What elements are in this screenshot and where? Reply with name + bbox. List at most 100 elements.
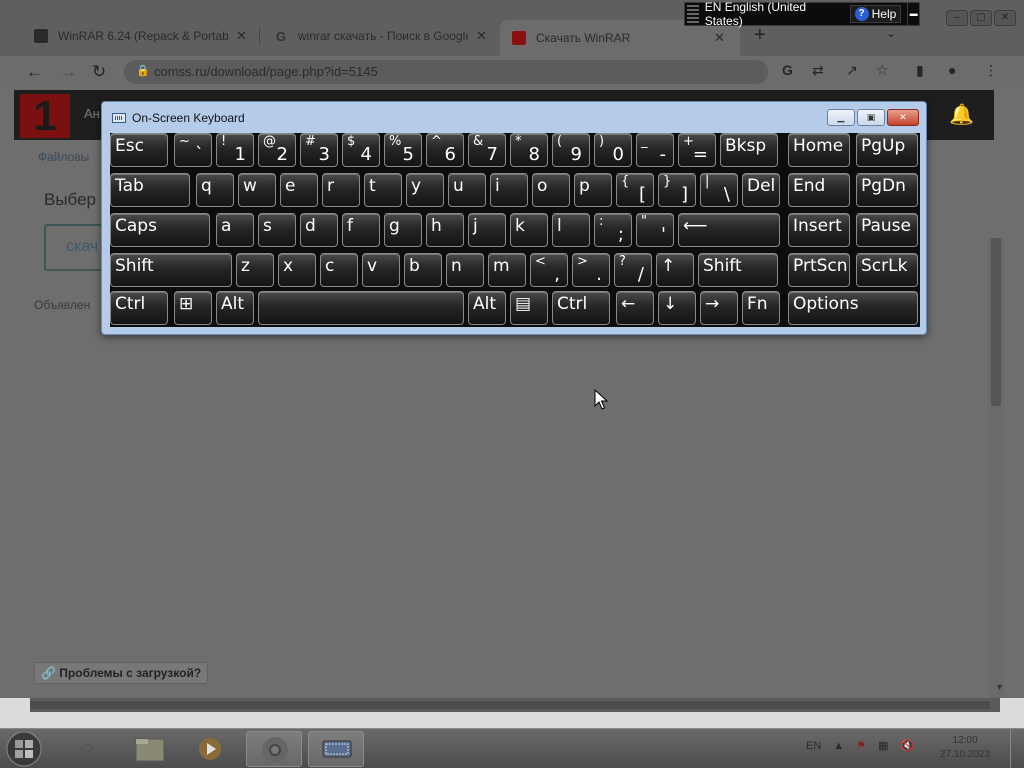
key-sym3-9[interactable]: >.: [572, 253, 610, 287]
key-shift[interactable]: Shift: [698, 253, 778, 287]
key-y[interactable]: y: [406, 173, 444, 207]
site-header-text[interactable]: Ан: [84, 106, 100, 121]
tab-close-icon[interactable]: ✕: [714, 30, 725, 46]
back-button[interactable]: ←: [26, 62, 43, 82]
help-button[interactable]: ? Help: [849, 5, 902, 23]
key-sym4-1[interactable]: ⊞: [174, 291, 212, 325]
notification-bell-icon[interactable]: 🔔: [949, 102, 974, 127]
key-z[interactable]: z: [236, 253, 274, 287]
key-home[interactable]: Home: [788, 133, 850, 167]
key-pause[interactable]: Pause: [856, 213, 918, 247]
key-f[interactable]: f: [342, 213, 380, 247]
osk-minimize-button[interactable]: ▁: [827, 109, 855, 126]
osk-titlebar[interactable]: On-Screen Keyboard: [112, 111, 245, 125]
tab-winrar-repack[interactable]: WinRAR 6.24 (Repack & Portable) ✕: [22, 22, 247, 50]
key-insert[interactable]: Insert: [788, 213, 850, 247]
key-sym3-8[interactable]: <,: [530, 253, 568, 287]
maximize-button[interactable]: ▢: [970, 10, 992, 26]
key-8[interactable]: * 8: [510, 133, 548, 167]
osk-close-button[interactable]: ✕: [887, 109, 919, 126]
key-esc[interactable]: Esc: [110, 133, 168, 167]
key-ctrl[interactable]: Ctrl: [552, 291, 610, 325]
key-b[interactable]: b: [404, 253, 442, 287]
minimize-button[interactable]: –: [946, 10, 968, 26]
key-sym2-11[interactable]: " ': [636, 213, 674, 247]
scrollbar-thumb[interactable]: [30, 701, 990, 709]
key-ctrl[interactable]: Ctrl: [110, 291, 168, 325]
vertical-scrollbar[interactable]: [988, 238, 1004, 698]
key-fn[interactable]: Fn: [742, 291, 780, 325]
profile-icon[interactable]: ●: [948, 62, 956, 78]
key-7[interactable]: & 7: [468, 133, 506, 167]
key-alt[interactable]: Alt: [468, 291, 506, 325]
key-bksp[interactable]: Bksp: [720, 133, 778, 167]
key-sym2-10[interactable]: :;: [594, 213, 632, 247]
internet-explorer-icon[interactable]: e: [62, 731, 118, 767]
tab-close-icon[interactable]: ✕: [236, 28, 247, 44]
key-sym1-13[interactable]: | \: [700, 173, 738, 207]
tab-search-dropdown-icon[interactable]: ⌄: [886, 26, 896, 40]
key-s[interactable]: s: [258, 213, 296, 247]
site-logo[interactable]: 1: [20, 94, 70, 138]
key-i[interactable]: i: [490, 173, 528, 207]
key-3[interactable]: #3: [300, 133, 338, 167]
key-t[interactable]: t: [364, 173, 402, 207]
bookmark-star-icon[interactable]: ☆: [876, 62, 889, 79]
show-desktop-button[interactable]: [1010, 729, 1024, 768]
key-sym3-11[interactable]: ↑: [656, 253, 694, 287]
action-center-flag-icon[interactable]: ⚑: [856, 739, 866, 752]
key-space[interactable]: [258, 291, 464, 325]
key-u[interactable]: u: [448, 173, 486, 207]
media-player-icon[interactable]: [182, 731, 238, 767]
download-problems-link[interactable]: 🔗 Проблемы с загрузкой?: [34, 662, 209, 684]
key-p[interactable]: p: [574, 173, 612, 207]
key-x[interactable]: x: [278, 253, 316, 287]
menu-kebab-icon[interactable]: ⋮: [984, 62, 998, 79]
key-4[interactable]: $4: [342, 133, 380, 167]
key-o[interactable]: o: [532, 173, 570, 207]
key-m[interactable]: m: [488, 253, 526, 287]
key-q[interactable]: q: [196, 173, 234, 207]
network-icon[interactable]: ▦: [878, 739, 888, 752]
key-tab[interactable]: Tab: [110, 173, 190, 207]
key-6[interactable]: ^ 6: [426, 133, 464, 167]
key-l[interactable]: l: [552, 213, 590, 247]
key-pgup[interactable]: PgUp: [856, 133, 918, 167]
key-caps[interactable]: Caps: [110, 213, 210, 247]
key-sym1-12[interactable]: }]: [658, 173, 696, 207]
file-explorer-icon[interactable]: [122, 731, 178, 767]
key-a[interactable]: a: [216, 213, 254, 247]
input-language[interactable]: EN English (United States): [705, 0, 844, 28]
key-sym0-12[interactable]: _ -: [636, 133, 674, 167]
tray-expand-icon[interactable]: ▲: [833, 740, 844, 752]
horizontal-scrollbar[interactable]: [30, 698, 1000, 712]
tray-language[interactable]: EN: [806, 740, 821, 752]
key-sym3-10[interactable]: ? /: [614, 253, 652, 287]
key-g[interactable]: g: [384, 213, 422, 247]
key-d[interactable]: d: [300, 213, 338, 247]
key-j[interactable]: j: [468, 213, 506, 247]
key-e[interactable]: e: [280, 173, 318, 207]
key-sym1-11[interactable]: {[: [616, 173, 654, 207]
key-n[interactable]: n: [446, 253, 484, 287]
osk-taskbar-icon[interactable]: [308, 731, 364, 767]
key-sym4-5[interactable]: ▤: [510, 291, 548, 325]
key-sym4-8[interactable]: ↓: [658, 291, 696, 325]
key-k[interactable]: k: [510, 213, 548, 247]
key-r[interactable]: r: [322, 173, 360, 207]
key-h[interactable]: h: [426, 213, 464, 247]
key-9[interactable]: (9: [552, 133, 590, 167]
key-sym2-12[interactable]: ⟵: [678, 213, 780, 247]
key-sym4-7[interactable]: ←: [616, 291, 654, 325]
key-sym0-13[interactable]: + =: [678, 133, 716, 167]
scroll-down-arrow-icon[interactable]: ▼: [995, 682, 1004, 692]
breadcrumb[interactable]: Файловы: [38, 150, 89, 164]
translate-icon[interactable]: ⇄: [812, 62, 824, 79]
reload-button[interactable]: ↻: [92, 62, 106, 82]
address-bar[interactable]: 🔒 comss.ru/download/page.php?id=5145: [124, 60, 768, 84]
key-prtscn[interactable]: PrtScn: [788, 253, 850, 287]
key-v[interactable]: v: [362, 253, 400, 287]
key-shift[interactable]: Shift: [110, 253, 232, 287]
share-icon[interactable]: ↗: [846, 62, 858, 79]
side-panel-icon[interactable]: ▮: [916, 62, 924, 79]
